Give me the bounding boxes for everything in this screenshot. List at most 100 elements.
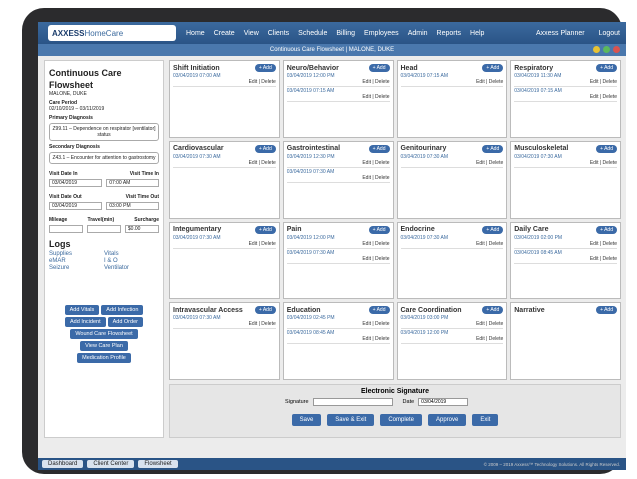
edit-link[interactable]: Edit [362, 175, 371, 181]
add-button[interactable]: + Add [596, 64, 617, 72]
signature-input[interactable] [312, 398, 393, 406]
add-button[interactable]: + Add [254, 306, 276, 315]
add-button[interactable]: + Add [596, 225, 617, 234]
add-button[interactable]: + Add [596, 306, 617, 315]
edit-link[interactable]: Edit [249, 79, 258, 85]
maximize-icon[interactable] [603, 46, 610, 53]
delete-link[interactable]: Delete [375, 256, 389, 262]
add-button[interactable]: + Add [368, 144, 390, 153]
edit-link[interactable]: Edit [362, 256, 371, 262]
delete-link[interactable]: Delete [603, 256, 617, 262]
logout-link[interactable]: Logout [599, 30, 620, 37]
log-link-ventilator[interactable]: Ventilator [104, 265, 159, 271]
add-button[interactable]: + Add [482, 225, 504, 234]
edit-link[interactable]: Edit [476, 321, 485, 327]
log-link-seizure[interactable]: Seizure [49, 265, 104, 271]
nav-item-home[interactable]: Home [186, 30, 205, 37]
add-order-button[interactable]: Add Order [107, 317, 143, 327]
add-button[interactable]: + Add [368, 225, 390, 234]
nav-item-reports[interactable]: Reports [437, 30, 462, 37]
visit-time-in-field[interactable]: 07:00 AM [106, 179, 159, 187]
nav-item-clients[interactable]: Clients [268, 30, 289, 37]
edit-link[interactable]: Edit [476, 241, 485, 247]
log-link-vitals[interactable]: Vitals [104, 251, 159, 257]
mileage-field[interactable] [49, 225, 84, 233]
add-button[interactable]: + Add [368, 306, 390, 315]
minimize-icon[interactable] [593, 46, 600, 53]
edit-link[interactable]: Edit [362, 160, 371, 166]
delete-link[interactable]: Delete [489, 336, 503, 342]
edit-link[interactable]: Edit [362, 241, 371, 247]
complete-button[interactable]: Complete [380, 414, 422, 426]
delete-link[interactable]: Delete [375, 241, 389, 247]
log-link-i-o[interactable]: I & O [104, 258, 159, 264]
add-button[interactable]: + Add [254, 64, 276, 72]
add-button[interactable]: + Add [368, 64, 390, 72]
nav-item-view[interactable]: View [244, 30, 259, 37]
surcharge-field[interactable]: $0.00 [124, 225, 159, 233]
edit-link[interactable]: Edit [476, 160, 485, 166]
delete-link[interactable]: Delete [489, 241, 503, 247]
log-link-supplies[interactable]: Supplies [49, 251, 104, 257]
add-button[interactable]: + Add [482, 144, 504, 153]
delete-link[interactable]: Delete [489, 321, 503, 327]
add-incident-button[interactable]: Add Incident [65, 317, 106, 327]
delete-link[interactable]: Delete [489, 160, 503, 166]
add-infection-button[interactable]: Add Infection [101, 305, 144, 315]
edit-link[interactable]: Edit [476, 79, 485, 85]
delete-link[interactable]: Delete [603, 241, 617, 247]
delete-link[interactable]: Delete [375, 79, 389, 85]
delete-link[interactable]: Delete [489, 79, 503, 85]
visit-date-in-field[interactable]: 03/04/2019 [49, 179, 102, 187]
medication-profile-button[interactable]: Medication Profile [77, 353, 131, 363]
nav-item-billing[interactable]: Billing [336, 30, 355, 37]
add-button[interactable]: + Add [482, 64, 504, 72]
edit-link[interactable]: Edit [362, 321, 371, 327]
visit-date-out-field[interactable]: 03/04/2019 [49, 202, 102, 210]
delete-link[interactable]: Delete [261, 79, 275, 85]
edit-link[interactable]: Edit [362, 79, 371, 85]
add-button[interactable]: + Add [254, 144, 276, 153]
tab-dashboard[interactable]: Dashboard [42, 460, 84, 468]
delete-link[interactable]: Delete [261, 321, 275, 327]
add-button[interactable]: + Add [254, 225, 276, 234]
log-link-emar[interactable]: eMAR [49, 258, 104, 264]
visit-time-out-field[interactable]: 03:00 PM [106, 202, 159, 210]
travel-field[interactable] [86, 225, 122, 233]
add-button[interactable]: + Add [596, 144, 617, 153]
delete-link[interactable]: Delete [261, 241, 275, 247]
add-button[interactable]: + Add [482, 306, 504, 315]
app-logo[interactable]: AXXESS HomeCare [48, 25, 176, 41]
delete-link[interactable]: Delete [603, 94, 617, 100]
save-button[interactable]: Save [291, 414, 322, 426]
wound-care-flowsheet-button[interactable]: Wound Care Flowsheet [70, 329, 138, 339]
close-icon[interactable] [613, 46, 620, 53]
nav-item-schedule[interactable]: Schedule [298, 30, 327, 37]
exit-button[interactable]: Exit [472, 414, 499, 426]
delete-link[interactable]: Delete [261, 160, 275, 166]
delete-link[interactable]: Delete [603, 79, 617, 85]
delete-link[interactable]: Delete [375, 336, 389, 342]
edit-link[interactable]: Edit [249, 241, 258, 247]
delete-link[interactable]: Delete [375, 175, 389, 181]
nav-item-admin[interactable]: Admin [408, 30, 428, 37]
edit-link[interactable]: Edit [476, 336, 485, 342]
nav-item-employees[interactable]: Employees [364, 30, 399, 37]
delete-link[interactable]: Delete [375, 94, 389, 100]
tab-flowsheet[interactable]: Flowsheet [138, 460, 178, 468]
edit-link[interactable]: Edit [362, 336, 371, 342]
edit-link[interactable]: Edit [249, 160, 258, 166]
add-vitals-button[interactable]: Add Vitals [64, 305, 100, 315]
delete-link[interactable]: Delete [603, 160, 617, 166]
axxess-planner-link[interactable]: Axxess Planner [536, 30, 585, 37]
approve-button[interactable]: Approve [428, 414, 467, 426]
view-care-plan-button[interactable]: View Care Plan [80, 341, 128, 351]
save-exit-button[interactable]: Save & Exit [327, 414, 375, 426]
nav-item-create[interactable]: Create [214, 30, 235, 37]
signature-date-field[interactable]: 03/04/2019 [418, 398, 469, 406]
nav-item-help[interactable]: Help [470, 30, 484, 37]
edit-link[interactable]: Edit [362, 94, 371, 100]
tab-client-center[interactable]: Client Center [87, 460, 135, 468]
delete-link[interactable]: Delete [375, 321, 389, 327]
edit-link[interactable]: Edit [249, 321, 258, 327]
